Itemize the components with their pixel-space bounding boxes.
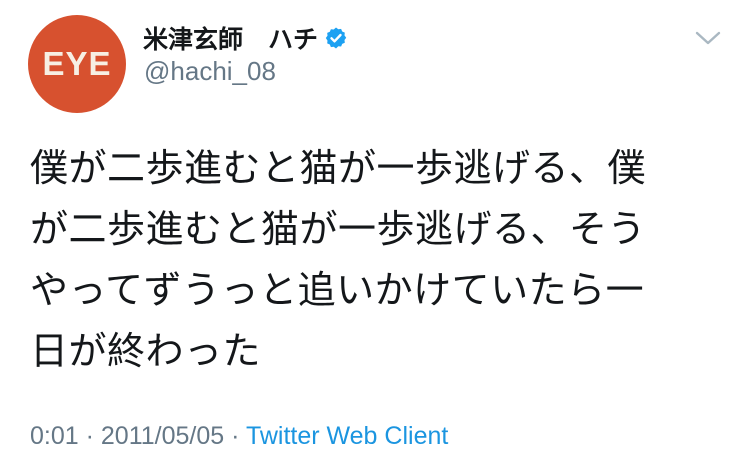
chevron-down-icon[interactable] <box>694 28 722 48</box>
user-handle[interactable]: @hachi_08 <box>144 56 276 87</box>
tweet-text-line: 日が終わった <box>30 329 262 373</box>
tweet-source-link[interactable]: Twitter Web Client <box>246 422 448 450</box>
meta-separator: · <box>78 422 101 450</box>
tweet-time[interactable]: 0:01 <box>30 422 79 450</box>
tweet-text: 僕が二歩進むと猫が一歩逃げる、僕 が二歩進むと猫が一歩逃げる、そう やってずうっ… <box>30 138 720 382</box>
tweet-text-line: やってずうっと追いかけていたら一 <box>30 268 645 312</box>
avatar[interactable]: EYE <box>28 15 126 113</box>
display-name[interactable]: 米津玄師 ハチ <box>143 20 318 56</box>
author-name-row: 米津玄師 ハチ <box>143 20 348 56</box>
avatar-logo-text: EYE <box>42 45 112 82</box>
tweet-text-line: 僕が二歩進むと猫が一歩逃げる、僕 <box>30 146 647 190</box>
verified-badge-icon <box>325 27 347 49</box>
meta-separator: · <box>224 422 246 450</box>
tweet-text-line: が二歩進むと猫が一歩逃げる、そう <box>30 207 647 251</box>
tweet-date[interactable]: 2011/05/05 <box>101 422 224 450</box>
tweet-meta: 0:01 · 2011/05/05 · Twitter Web Client <box>30 422 448 451</box>
